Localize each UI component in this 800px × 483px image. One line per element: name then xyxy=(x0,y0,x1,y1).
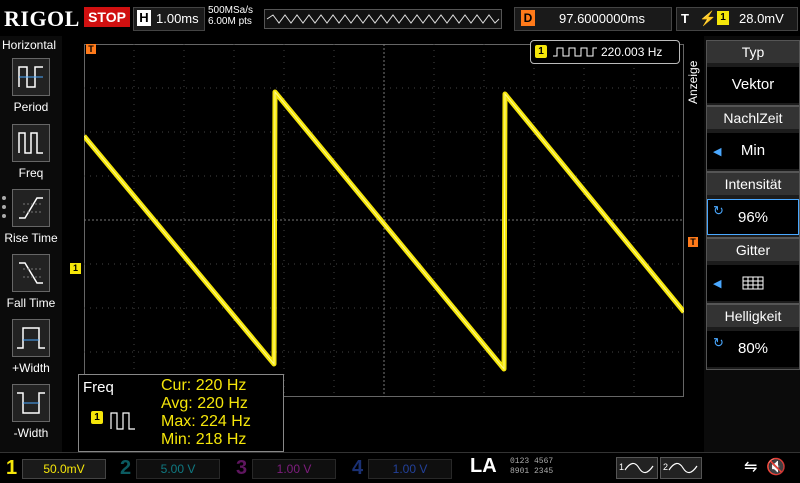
falling-edge-icon: ⚡ xyxy=(699,10,717,26)
delay-readout[interactable]: D 97.6000000ms xyxy=(514,7,672,31)
channel-3-scale[interactable]: 1.00 V xyxy=(252,459,336,479)
generator-2-button[interactable]: 2 xyxy=(660,457,702,479)
channel-status-bar: 1 50.0mV 2 5.00 V 3 1.00 V 4 1.00 V LA 0… xyxy=(0,452,800,481)
measure-frequency-button[interactable]: Freq xyxy=(0,124,62,188)
brand-logo: RIGOL xyxy=(4,6,80,31)
channel-2-number[interactable]: 2 xyxy=(120,457,131,480)
period-icon xyxy=(12,58,50,96)
channel-1-offset-marker[interactable]: 1 xyxy=(70,263,81,274)
menu-type-button[interactable]: Typ Vektor xyxy=(706,40,800,106)
measure-fall-time-button[interactable]: Fall Time xyxy=(0,254,62,318)
rise-time-icon xyxy=(12,189,50,227)
logic-channel-digits: 0123 4567 8901 2345 xyxy=(510,457,554,476)
counter-value: 220.003 Hz xyxy=(601,45,663,59)
menu-grid-button[interactable]: Gitter ◀ xyxy=(706,238,800,304)
measure-positive-width-button[interactable]: +Width xyxy=(0,319,62,383)
acquisition-info: 500MSa/s 6.00M pts xyxy=(208,5,253,27)
menu-side-label: Anzeige xyxy=(686,60,700,104)
delay-value: 97.6000000ms xyxy=(559,11,646,26)
fall-time-icon xyxy=(12,254,50,292)
sample-rate: 500MSa/s xyxy=(208,5,254,16)
measurement-channel: 1 xyxy=(91,411,103,424)
triangle-left-icon: ◀ xyxy=(713,146,722,158)
channel-2-scale[interactable]: 5.00 V xyxy=(136,459,220,479)
channel-1-scale[interactable]: 50.0mV xyxy=(22,459,106,479)
run-stop-indicator[interactable]: STOP xyxy=(84,7,130,27)
negative-width-icon xyxy=(12,384,50,422)
measure-fall-time-label: Fall Time xyxy=(6,296,56,310)
measurement-title: Freq xyxy=(83,379,114,396)
channel-1-number[interactable]: 1 xyxy=(6,457,17,480)
channel-4-number[interactable]: 4 xyxy=(352,457,363,480)
menu-persistence-button[interactable]: NachlZeit Min ◀ xyxy=(706,106,800,172)
speaker-mute-icon[interactable]: 🔇 xyxy=(766,457,786,477)
measure-negative-width-label: -Width xyxy=(13,426,49,440)
measure-rise-time-label: Rise Time xyxy=(4,231,58,245)
menu-grid-title: Gitter xyxy=(707,239,799,261)
memory-depth: 6.00M pts xyxy=(208,16,252,27)
measurement-minimum: Min: 218 Hz xyxy=(161,431,247,448)
trigger-position-marker[interactable]: T xyxy=(86,44,96,54)
trigger-label: T xyxy=(681,11,689,26)
square-wave-icon xyxy=(553,47,597,57)
trigger-level-marker[interactable]: T xyxy=(688,237,698,247)
measure-frequency-label: Freq xyxy=(18,166,44,180)
frequency-counter-badge: 1 220.003 Hz xyxy=(530,40,680,64)
menu-intensity-button[interactable]: Intensität 96% ↻ xyxy=(706,172,800,238)
memory-overview-wave xyxy=(266,14,500,24)
frequency-measurement-box[interactable]: Freq 1 Cur: 220 Hz Avg: 220 Hz Max: 224 … xyxy=(78,374,284,452)
timebase-readout[interactable]: H 1.00ms xyxy=(133,7,205,31)
generator-1-button[interactable]: 1 xyxy=(616,457,658,479)
rotate-knob-icon: ↻ xyxy=(713,335,724,350)
frequency-icon xyxy=(12,124,50,162)
usb-icon: ⇋ xyxy=(744,459,758,476)
menu-brightness-button[interactable]: Helligkeit 80% ↻ xyxy=(706,304,800,370)
measurement-shortcut-panel: Horizontal Period Freq Rise Time Fall Ti… xyxy=(0,36,62,452)
triangle-left-icon: ◀ xyxy=(713,278,722,290)
rotate-knob-icon: ↻ xyxy=(713,203,724,218)
channel-3-number[interactable]: 3 xyxy=(236,457,247,480)
top-status-bar: RIGOL STOP H 1.00ms 500MSa/s 6.00M pts D… xyxy=(0,0,800,36)
measurement-maximum: Max: 224 Hz xyxy=(161,413,251,430)
measurement-current: Cur: 220 Hz xyxy=(161,377,247,394)
measurement-average: Avg: 220 Hz xyxy=(161,395,248,412)
measure-negative-width-button[interactable]: -Width xyxy=(0,384,62,448)
display-menu: Typ Vektor NachlZeit Min ◀ Intensität 96… xyxy=(704,36,800,452)
menu-persistence-title: NachlZeit xyxy=(707,107,799,129)
logic-analyzer-label[interactable]: LA xyxy=(470,455,497,478)
waveform-display[interactable] xyxy=(84,44,684,397)
trigger-readout[interactable]: T ⚡ 1 28.0mV xyxy=(676,7,798,31)
measure-rise-time-button[interactable]: Rise Time xyxy=(0,189,62,253)
measure-positive-width-label: +Width xyxy=(12,361,50,375)
grid-icon xyxy=(742,276,764,290)
memory-overview-strip[interactable] xyxy=(264,9,502,29)
panel-title: Horizontal xyxy=(2,38,57,52)
positive-width-icon xyxy=(12,319,50,357)
measure-period-button[interactable]: Period xyxy=(0,58,62,122)
menu-brightness-title: Helligkeit xyxy=(707,305,799,327)
horizontal-label: H xyxy=(137,10,151,26)
trigger-level: 28.0mV xyxy=(739,11,784,26)
delay-label: D xyxy=(521,10,535,26)
counter-channel: 1 xyxy=(535,45,547,58)
timebase-value: 1.00ms xyxy=(156,11,199,26)
measure-period-label: Period xyxy=(13,100,49,114)
frequency-icon xyxy=(110,412,135,430)
trigger-channel: 1 xyxy=(717,11,729,25)
channel-4-scale[interactable]: 1.00 V xyxy=(368,459,452,479)
menu-intensity-title: Intensität xyxy=(707,173,799,195)
menu-type-value: Vektor xyxy=(707,67,799,103)
menu-type-title: Typ xyxy=(707,41,799,63)
